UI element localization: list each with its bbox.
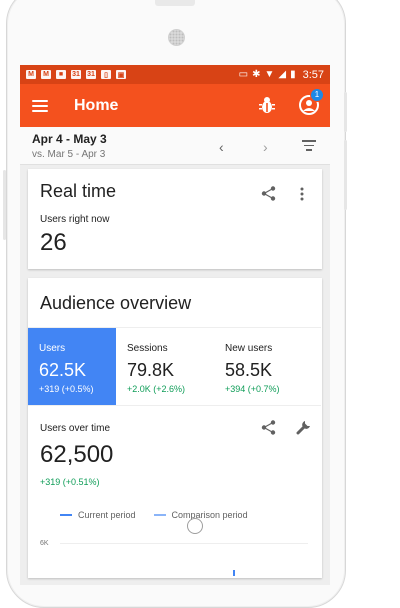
next-period-icon[interactable]: › (263, 139, 268, 155)
phone-screen: M M ■ 31 31 ▯ ▣ ▭ ✱ ▼ ◢ ▮ 3:57 Home 1 Ap… (20, 65, 330, 585)
status-bar: M M ■ 31 31 ▯ ▣ ▭ ✱ ▼ ◢ ▮ 3:57 (20, 65, 330, 84)
more-vert-icon[interactable] (300, 187, 304, 201)
chart-line-fragment (233, 570, 235, 576)
legend-label: Comparison period (171, 510, 248, 520)
metric-value: 58.5K (225, 360, 273, 380)
metric-label: Users (39, 343, 66, 354)
legend-current: Current period (60, 510, 136, 520)
metric-label: New users (225, 343, 273, 354)
share-icon[interactable] (261, 186, 276, 201)
hamburger-menu-icon[interactable] (32, 99, 48, 112)
bluetooth-icon: ✱ (252, 69, 261, 80)
y-axis-tick-label: 6K (40, 540, 49, 547)
legend-label: Current period (78, 510, 136, 520)
realtime-card[interactable]: Real time Users right now 26 (28, 169, 322, 269)
calendar-icon: 31 (71, 70, 81, 79)
app-bar: Home (20, 84, 330, 127)
wrench-icon[interactable] (296, 419, 312, 435)
metric-value: 62.5K (39, 360, 87, 380)
status-time: 3:57 (302, 68, 324, 81)
cast-icon: ▭ (238, 69, 249, 80)
comparison-range: vs. Mar 5 - Apr 3 (32, 148, 106, 160)
chart-legend: Current period Comparison period (60, 510, 248, 520)
filter-icon[interactable] (302, 140, 316, 152)
realtime-title: Real time (40, 181, 117, 201)
metric-value: 79.8K (127, 360, 175, 380)
metric-delta: +394 (+0.7%) (225, 384, 280, 394)
battery-icon: ▮ (290, 69, 296, 80)
share-icon[interactable] (261, 420, 276, 435)
users-over-time-label: Users over time (40, 423, 111, 434)
notification-badge: 1 (310, 88, 324, 102)
users-over-time-delta: +319 (+0.51%) (40, 477, 100, 487)
page-title: Home (74, 96, 119, 114)
system-icons: ▭ ✱ ▼ ◢ ▮ 3:57 (239, 69, 324, 81)
calendar-icon: 31 (86, 70, 96, 79)
metric-tiles: Users 62.5K +319 (+0.5%) Sessions 79.8K … (28, 327, 321, 406)
phone-icon: ▯ (101, 70, 111, 79)
loading-spinner (187, 518, 203, 534)
signal-icon: ◢ (278, 69, 287, 80)
gmail-icon: M (26, 70, 36, 79)
metric-delta: +319 (+0.5%) (39, 384, 94, 394)
previous-period-icon[interactable]: ‹ (219, 139, 224, 155)
realtime-label: Users right now (40, 214, 110, 225)
phone-side-button (344, 140, 347, 210)
dashboard-content: Real time Users right now 26 Audience ov… (20, 165, 330, 578)
bug-icon[interactable] (259, 96, 275, 114)
legend-comparison: Comparison period (153, 510, 248, 520)
photos-icon: ▣ (116, 70, 126, 79)
legend-swatch (153, 514, 166, 516)
legend-swatch (60, 514, 72, 516)
gmail-icon: M (41, 70, 51, 79)
phone-top-slot (155, 0, 195, 6)
metric-delta: +2.0K (+2.6%) (127, 384, 186, 394)
metric-tile-sessions[interactable]: Sessions 79.8K +2.0K (+2.6%) (116, 328, 214, 405)
metric-tile-users[interactable]: Users 62.5K +319 (+0.5%) (28, 328, 116, 405)
phone-side-button (3, 170, 6, 240)
realtime-value: 26 (40, 229, 67, 256)
metric-tile-new-users[interactable]: New users 58.5K +394 (+0.7%) (214, 328, 312, 405)
audience-title: Audience overview (40, 293, 192, 313)
date-range[interactable]: Apr 4 - May 3 (32, 132, 107, 146)
metric-label: Sessions (127, 343, 168, 354)
video-icon: ■ (56, 70, 66, 79)
wifi-icon: ▼ (264, 69, 275, 80)
chart-gridline (60, 543, 308, 544)
date-range-bar[interactable]: Apr 4 - May 3 vs. Mar 5 - Apr 3 ‹ › (20, 127, 330, 165)
users-over-time-value: 62,500 (40, 441, 114, 468)
audience-overview-card: Audience overview Users 62.5K +319 (+0.5… (28, 278, 322, 578)
earpiece-speaker (168, 29, 185, 46)
notification-icons: M M ■ 31 31 ▯ ▣ (26, 70, 126, 79)
phone-side-button (344, 92, 347, 132)
